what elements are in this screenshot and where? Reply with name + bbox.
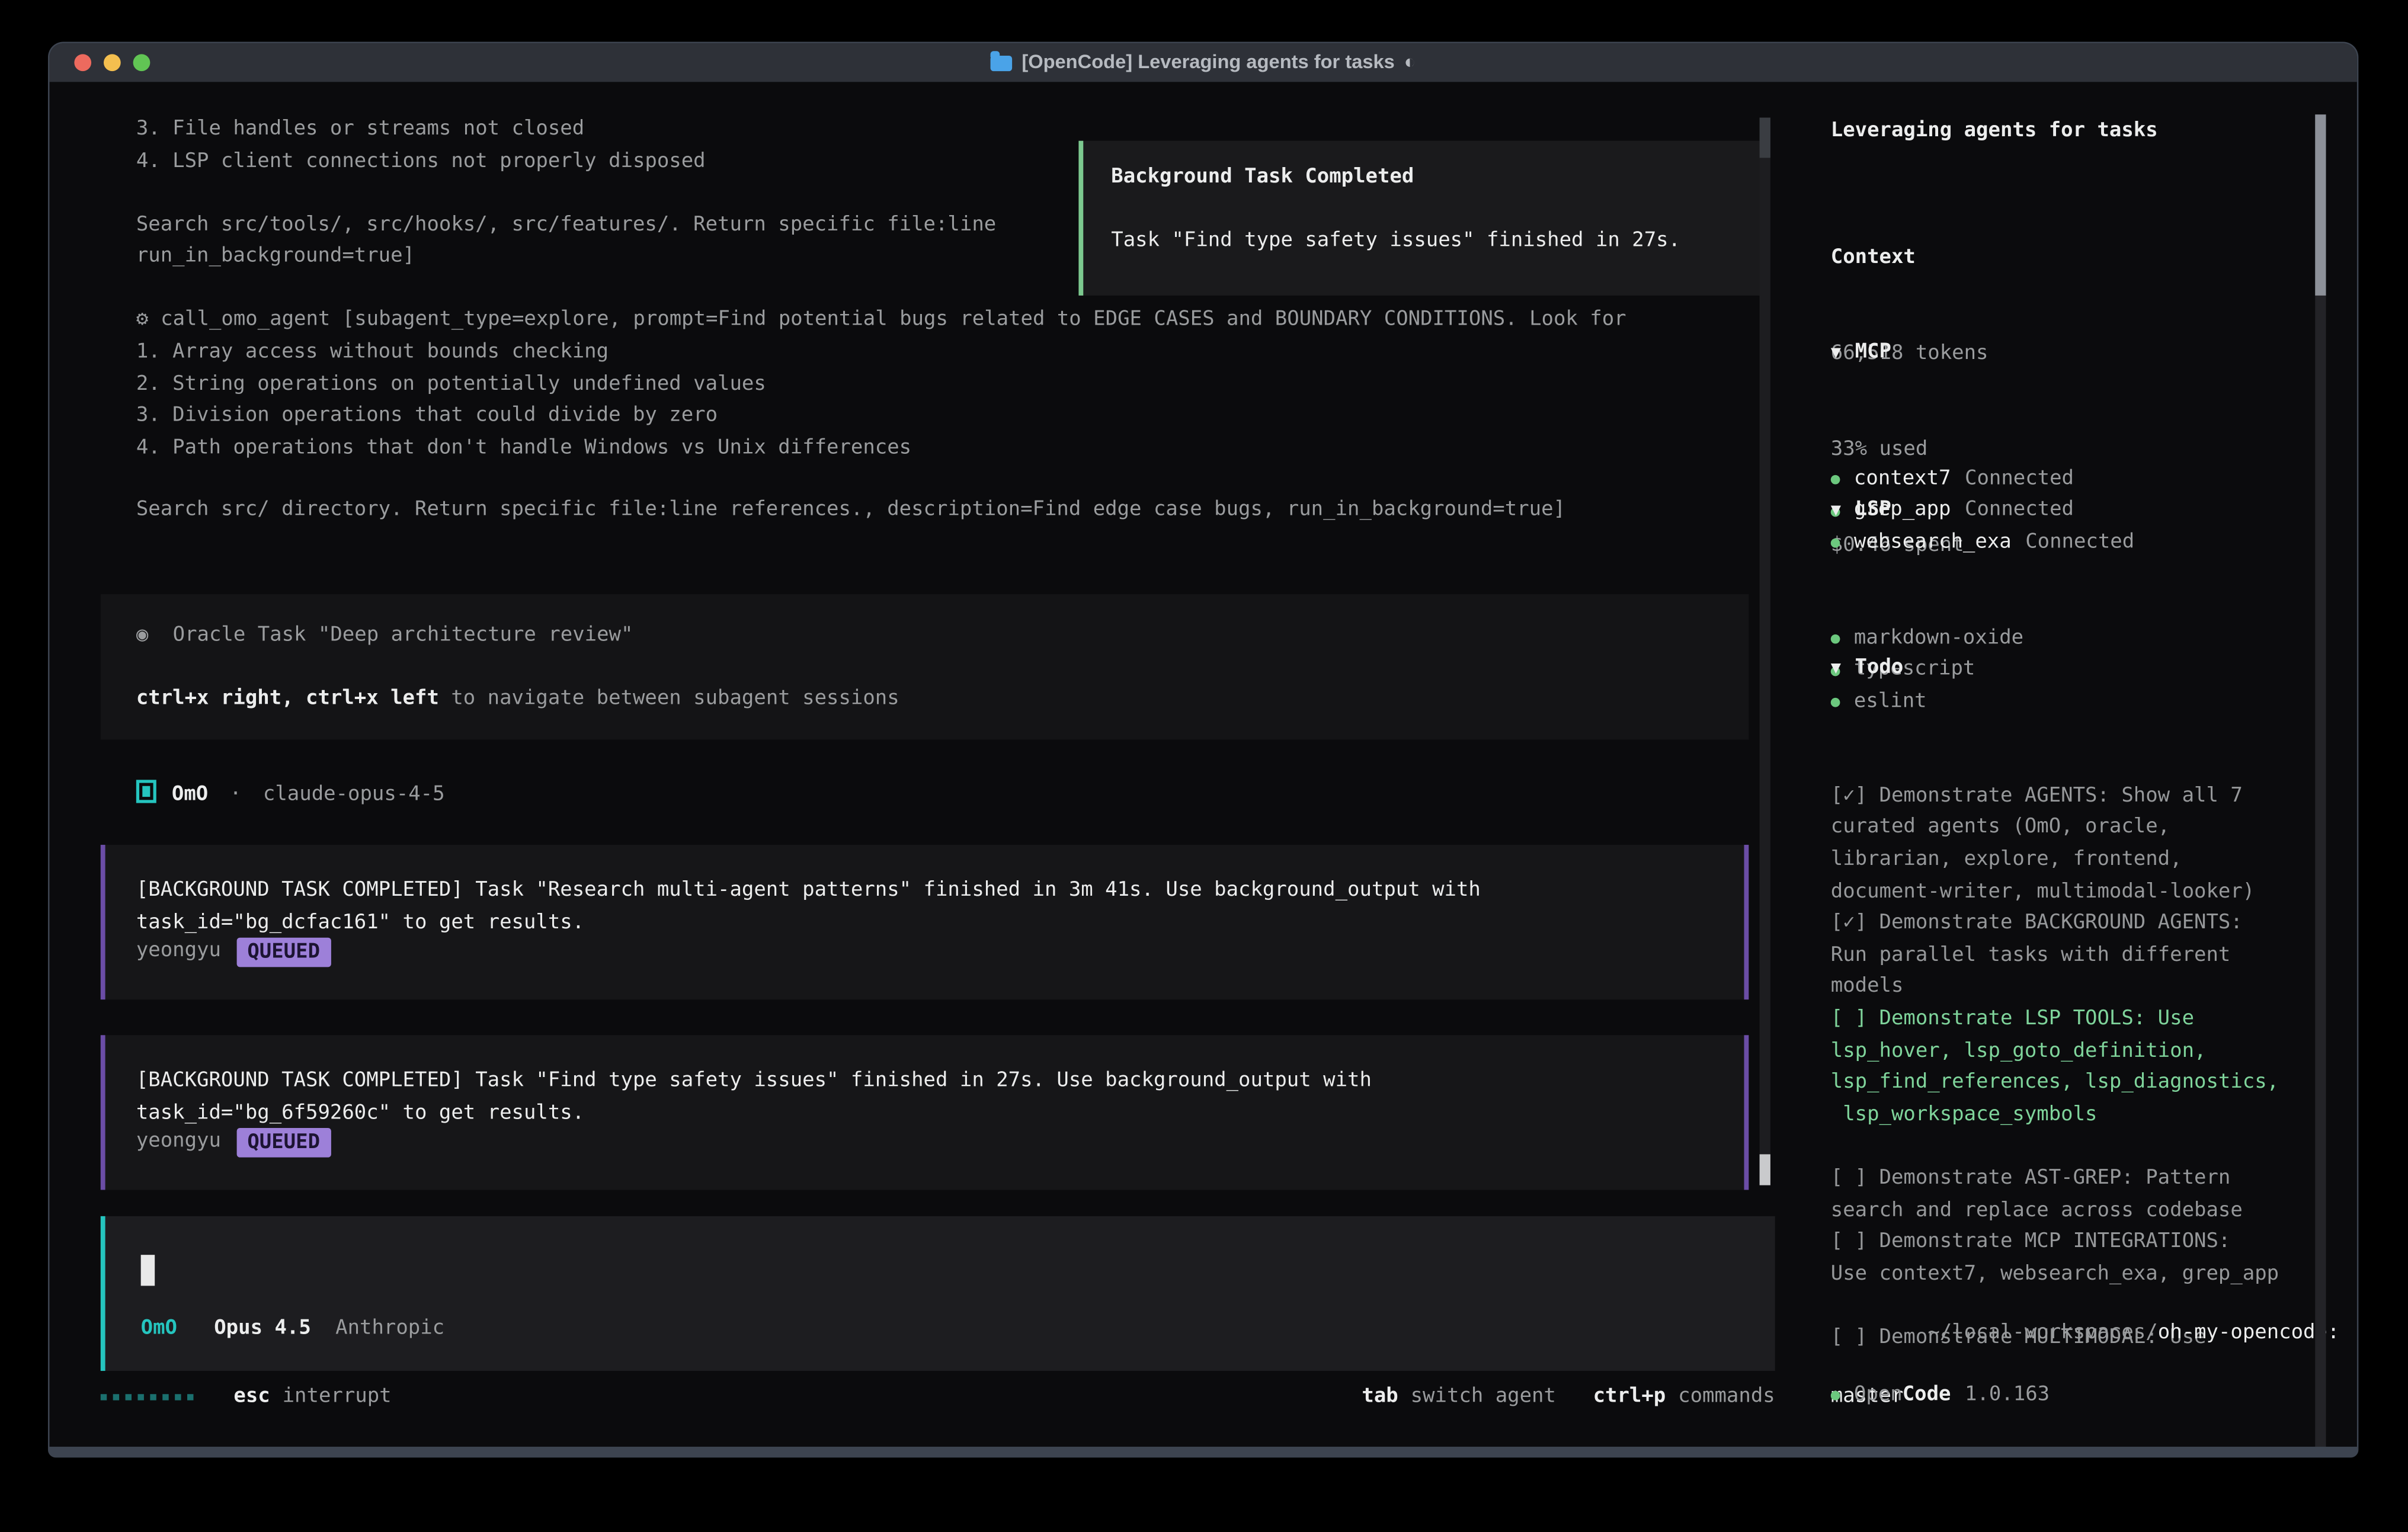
main-scrollbar[interactable] [1760,117,1770,1185]
nav-hint-keys: ctrl+x right, ctrl+x left [136,687,439,710]
opencode-window: [OpenCode] Leveraging agents for tasks ◐… [48,42,2358,1458]
lsp-name: markdown-oxide [1854,623,2023,655]
main-scrollbar-marker [1760,117,1770,158]
ctrlp-key-label: commands [1678,1382,1775,1414]
version-line: OpenCode 1.0.163 [1831,1380,2319,1412]
todo-item[interactable]: [ ] Demonstrate MCP INTEGRATIONS: Use co… [1831,1227,2319,1291]
separator-dot: · [229,783,241,806]
screenshot-stage: [OpenCode] Leveraging agents for tasks ◐… [0,0,2408,1532]
todo-item[interactable]: [✓] Demonstrate BACKGROUND AGENTS: Run p… [1831,909,2319,1004]
sidebar-scrollbar[interactable] [2315,114,2326,1447]
connected-dot-icon [1831,475,1840,485]
mcp-heading: MCP [1855,337,1891,369]
nav-hint-text: to navigate between subagent sessions [439,687,899,710]
collapse-triangle-icon[interactable]: ▼ [1831,337,1841,369]
task-message-line1: [BACKGROUND TASK COMPLETED] Task "Find t… [136,1066,1372,1098]
todo-heading: Todo [1855,653,1904,685]
busy-spinner-icon [101,1395,194,1400]
task-message-line2: task_id="bg_dcfac161" to get results. [136,908,584,940]
toast-title: Background Task Completed [1111,162,1414,194]
workspace-path: ~/local-workspaces/oh-my-opencode: maste… [1831,1286,2319,1447]
window-title: [OpenCode] Leveraging agents for tasks ◐ [991,47,1416,79]
toast-body: Task "Find type safety issues" finished … [1111,226,1680,258]
tool-call-line: ⚙ call_omo_agent [subagent_type=explore, … [136,305,1626,337]
workspace-repo: oh-my-opencode: [2158,1321,2340,1344]
workspace-path-prefix: ~/local-workspaces/ [1927,1321,2157,1344]
tab-key-label: switch agent [1411,1382,1556,1414]
prompt-input[interactable]: OmO Opus 4.5 Anthropic [101,1216,1775,1371]
search-directive-line: Search src/ directory. Return specific f… [136,495,1565,527]
oracle-task-title-line: ◉ Oracle Task "Deep architecture review" [136,620,633,652]
input-model-name[interactable]: Opus 4.5 [214,1317,311,1340]
todo-item[interactable]: [ ] Demonstrate LSP TOOLS: Use lsp_hover… [1831,1004,2319,1132]
esc-key-hint[interactable]: esc [233,1382,270,1414]
queued-badge: QUEUED [236,937,331,967]
online-dot-icon [1831,1392,1840,1401]
status-bar: esc interrupt tab switch agent ctrl+p co… [101,1382,1775,1414]
input-provider-name: Anthropic [335,1317,444,1340]
product-name-light: Open [1854,1380,1903,1412]
task-message-box[interactable]: [BACKGROUND TASK COMPLETED] Task "Resear… [101,845,1749,999]
agent-model-line: OmO · claude-opus-4-5 [136,780,445,812]
agent-badge-icon [136,780,156,803]
todo-item[interactable]: [✓] Demonstrate AGENTS: Show all 7 curat… [1831,781,2319,908]
oracle-task-panel[interactable]: ◉ Oracle Task "Deep architecture review"… [101,594,1749,740]
todo-list: [✓] Demonstrate AGENTS: Show all 7 curat… [1831,685,2319,1355]
todo-item[interactable]: [ ] Demonstrate AST-GREP: Pattern search… [1831,1164,2319,1227]
input-agent-name[interactable]: OmO [141,1317,177,1340]
ctrlp-key-hint[interactable]: ctrl+p [1593,1382,1666,1414]
task-user: yeongyu [136,936,221,968]
session-state-icon: ◐ [1404,47,1416,79]
lsp-heading: LSP [1855,495,1891,527]
collapse-triangle-icon[interactable]: ▼ [1831,653,1841,685]
esc-key-label: interrupt [283,1382,392,1414]
product-name-bold: Code [1903,1380,1951,1412]
task-message-line1: [BACKGROUND TASK COMPLETED] Task "Resear… [136,876,1481,908]
tool-call-text: call_omo_agent [subagent_type=explore, p… [161,308,1626,331]
text-cursor [141,1255,155,1286]
mcp-status: Connected [1965,464,2074,496]
close-button[interactable] [74,54,91,71]
mcp-item: context7 Connected [1831,464,2319,496]
minimize-button[interactable] [104,54,121,71]
bug-list-block: 1. Array access without bounds checking … [136,337,911,464]
task-message-meta: yeongyu QUEUED [136,936,331,968]
task-user: yeongyu [136,1126,221,1158]
traffic-lights [74,54,150,71]
main-scrollbar-thumb[interactable] [1760,1154,1770,1185]
window-title-text: [OpenCode] Leveraging agents for tasks [1022,47,1395,79]
task-message-line2: task_id="bg_6f59260c" to get results. [136,1098,584,1130]
task-message-meta: yeongyu QUEUED [136,1126,331,1158]
agent-model: claude-opus-4-5 [263,783,445,806]
tab-key-hint[interactable]: tab [1362,1382,1398,1414]
input-status-line: OmO Opus 4.5 Anthropic [141,1313,444,1345]
gear-icon: ⚙ [136,308,148,331]
queued-badge: QUEUED [236,1127,331,1157]
terminal-output-block: 3. File handles or streams not closed 4.… [136,114,996,274]
lsp-section-header[interactable]: ▼ LSP [1831,495,2319,527]
mcp-name: context7 [1854,464,1951,496]
window-content: 3. File handles or streams not closed 4.… [50,82,2357,1447]
folder-icon [991,55,1013,70]
task-message-box[interactable]: [BACKGROUND TASK COMPLETED] Task "Find t… [101,1035,1749,1190]
mcp-section-header[interactable]: ▼ MCP [1831,337,2319,369]
agent-name: OmO [172,783,208,806]
lsp-item: markdown-oxide [1831,623,2319,655]
background-task-toast[interactable]: Background Task Completed Task "Find typ… [1078,141,1769,296]
zoom-button[interactable] [133,54,150,71]
session-title: Leveraging agents for tasks [1831,116,2319,148]
version-number: 1.0.163 [1965,1380,2050,1412]
window-titlebar[interactable]: [OpenCode] Leveraging agents for tasks ◐ [50,43,2357,82]
sidebar-scrollbar-thumb[interactable] [2315,114,2326,296]
record-circle-icon: ◉ [136,624,148,647]
context-heading: Context [1831,243,2319,275]
collapse-triangle-icon[interactable]: ▼ [1831,495,1841,527]
subagent-nav-hint: ctrl+x right, ctrl+x left to navigate be… [136,684,899,716]
active-dot-icon [1831,634,1840,644]
oracle-task-title: Oracle Task "Deep architecture review" [173,624,633,647]
todo-section-header[interactable]: ▼ Todo [1831,653,2319,685]
